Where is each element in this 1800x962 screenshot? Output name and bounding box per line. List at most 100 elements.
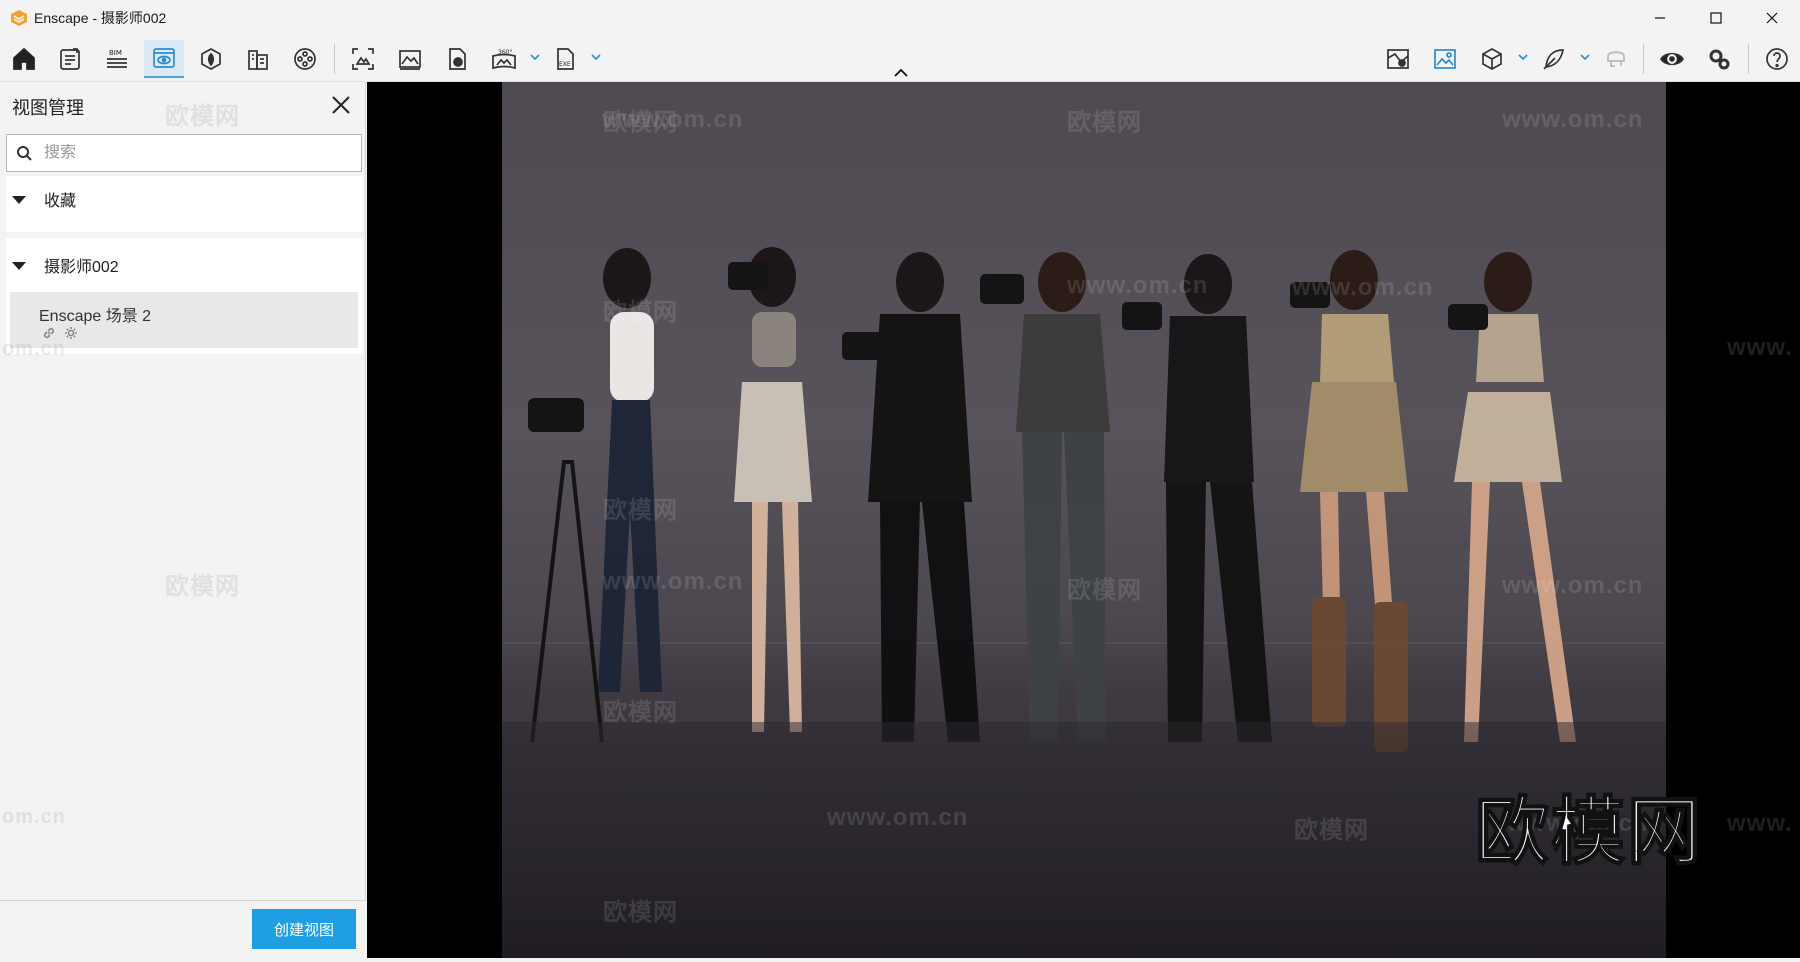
- settings-icon: [1709, 49, 1730, 70]
- window-title: Enscape - 摄影师002: [34, 10, 167, 26]
- render-viewport[interactable]: 欧模网 欧模网 欧模网 欧模网 欧模网 www.om.cn 欧模网 www.om…: [367, 82, 1800, 958]
- exe-export-icon: EXE: [557, 48, 574, 70]
- batch-render-icon: [399, 50, 421, 70]
- svg-text:EXE: EXE: [559, 61, 571, 68]
- building-button[interactable]: [238, 40, 278, 78]
- caret-down-icon: [12, 258, 32, 272]
- watermark-text: www.om.cn: [1502, 572, 1644, 599]
- cube-dropdown[interactable]: [1517, 50, 1529, 62]
- chevron-down-icon: [591, 54, 601, 61]
- eye-icon: [1660, 52, 1684, 66]
- watermark-text: 欧模网: [1294, 817, 1369, 844]
- watermark-text: www.om.cn: [602, 568, 744, 595]
- panorama-button[interactable]: 360°: [484, 40, 524, 78]
- view-management-button[interactable]: [144, 40, 184, 78]
- enscape-logo-icon: [11, 10, 27, 26]
- export-web-icon: [449, 48, 466, 70]
- feather-icon: [1543, 49, 1565, 70]
- cube-button[interactable]: [1472, 40, 1512, 78]
- watermark-text: www.om.cn: [827, 804, 969, 831]
- cube-icon: [1482, 48, 1502, 70]
- watermark-text: 欧模网: [603, 497, 678, 524]
- asset-library-icon: [201, 48, 221, 70]
- close-window-button[interactable]: [1744, 0, 1800, 36]
- panorama-icon: 360°: [492, 49, 516, 70]
- create-view-button[interactable]: 创建视图: [252, 909, 356, 949]
- maximize-icon: [1710, 12, 1722, 24]
- screenshot-icon: [352, 48, 374, 70]
- brand-watermark: 欧模网: [1474, 789, 1703, 874]
- chevron-up-icon: [894, 68, 908, 77]
- watermark-text: om.cn: [2, 338, 66, 360]
- home-button[interactable]: [4, 40, 44, 78]
- watermark-text: 欧模网: [603, 299, 678, 326]
- notes-button[interactable]: [50, 40, 90, 78]
- asset-library-button[interactable]: [191, 40, 231, 78]
- feather-dropdown[interactable]: [1579, 50, 1591, 62]
- sun-icon: [65, 327, 77, 339]
- image-icon: [1434, 49, 1456, 69]
- close-icon: [332, 96, 350, 114]
- minimize-icon: [1655, 17, 1665, 19]
- watermark-text: www.om.cn: [602, 106, 744, 133]
- settings-button[interactable]: [1699, 40, 1739, 78]
- export-web-button[interactable]: [437, 40, 477, 78]
- help-icon: [1766, 48, 1788, 70]
- search-field[interactable]: [6, 134, 362, 172]
- search-icon: [17, 146, 32, 161]
- building-icon: [248, 50, 268, 70]
- screenshot-button[interactable]: [343, 40, 383, 78]
- search-input[interactable]: [44, 144, 334, 162]
- watermark-text: 欧模网: [1067, 109, 1142, 136]
- map-button[interactable]: [1378, 40, 1418, 78]
- watermark-text: 欧模网: [165, 103, 240, 130]
- notes-icon: [60, 48, 80, 70]
- exe-export-dropdown[interactable]: [590, 50, 602, 62]
- image-button[interactable]: [1425, 40, 1465, 78]
- batch-render-button[interactable]: [390, 40, 430, 78]
- panel-footer: 创建视图: [0, 900, 366, 958]
- vr-headset-button[interactable]: [1596, 40, 1636, 78]
- bim-icon: BIM: [107, 49, 127, 68]
- video-editor-button[interactable]: [285, 40, 325, 78]
- bim-button[interactable]: BIM: [97, 40, 137, 78]
- home-icon: [13, 47, 35, 70]
- watermark-text: 欧模网: [603, 899, 678, 926]
- caret-down-icon: [12, 192, 32, 206]
- chevron-down-icon: [1518, 54, 1528, 61]
- eye-button[interactable]: [1652, 40, 1692, 78]
- group-favorites: 收藏: [6, 176, 362, 232]
- watermark-text: www.: [1727, 334, 1793, 361]
- panel-close-button[interactable]: [330, 94, 354, 118]
- feather-button[interactable]: [1534, 40, 1574, 78]
- watermark-text: www.om.cn: [1292, 274, 1434, 301]
- watermark-text: 欧模网: [1067, 577, 1142, 604]
- toolbar-collapse-toggle[interactable]: [892, 66, 910, 78]
- group-scene-file: 摄影师002 Enscape 场景 2: [6, 238, 362, 354]
- group-label: 摄影师002: [44, 259, 119, 276]
- group-scene-file-header[interactable]: 摄影师002: [6, 238, 362, 292]
- panel-title: 视图管理: [12, 98, 84, 118]
- exe-export-button[interactable]: EXE: [545, 40, 585, 78]
- chevron-down-icon: [530, 54, 540, 61]
- panorama-dropdown[interactable]: [529, 50, 541, 62]
- group-label: 收藏: [44, 193, 77, 210]
- help-button[interactable]: [1757, 40, 1797, 78]
- close-icon: [1766, 12, 1778, 24]
- watermark-text: om.cn: [2, 806, 66, 828]
- maximize-button[interactable]: [1688, 0, 1744, 36]
- watermark-text: www.om.cn: [1502, 106, 1644, 133]
- vr-headset-icon: [1607, 51, 1625, 67]
- watermark-text: 欧模网: [603, 699, 678, 726]
- minimize-button[interactable]: [1632, 0, 1688, 36]
- group-favorites-header[interactable]: 收藏: [6, 176, 362, 222]
- chevron-down-icon: [1580, 54, 1590, 61]
- watermark-text: www.: [1727, 810, 1793, 837]
- view-management-icon: [153, 48, 175, 68]
- watermark-text: www.om.cn: [1067, 272, 1209, 299]
- video-editor-icon: [294, 48, 316, 70]
- watermark-text: 欧模网: [165, 573, 240, 600]
- title-bar: Enscape - 摄影师002: [0, 0, 1800, 36]
- view-name: Enscape 场景 2: [39, 308, 152, 325]
- map-icon: [1387, 49, 1409, 69]
